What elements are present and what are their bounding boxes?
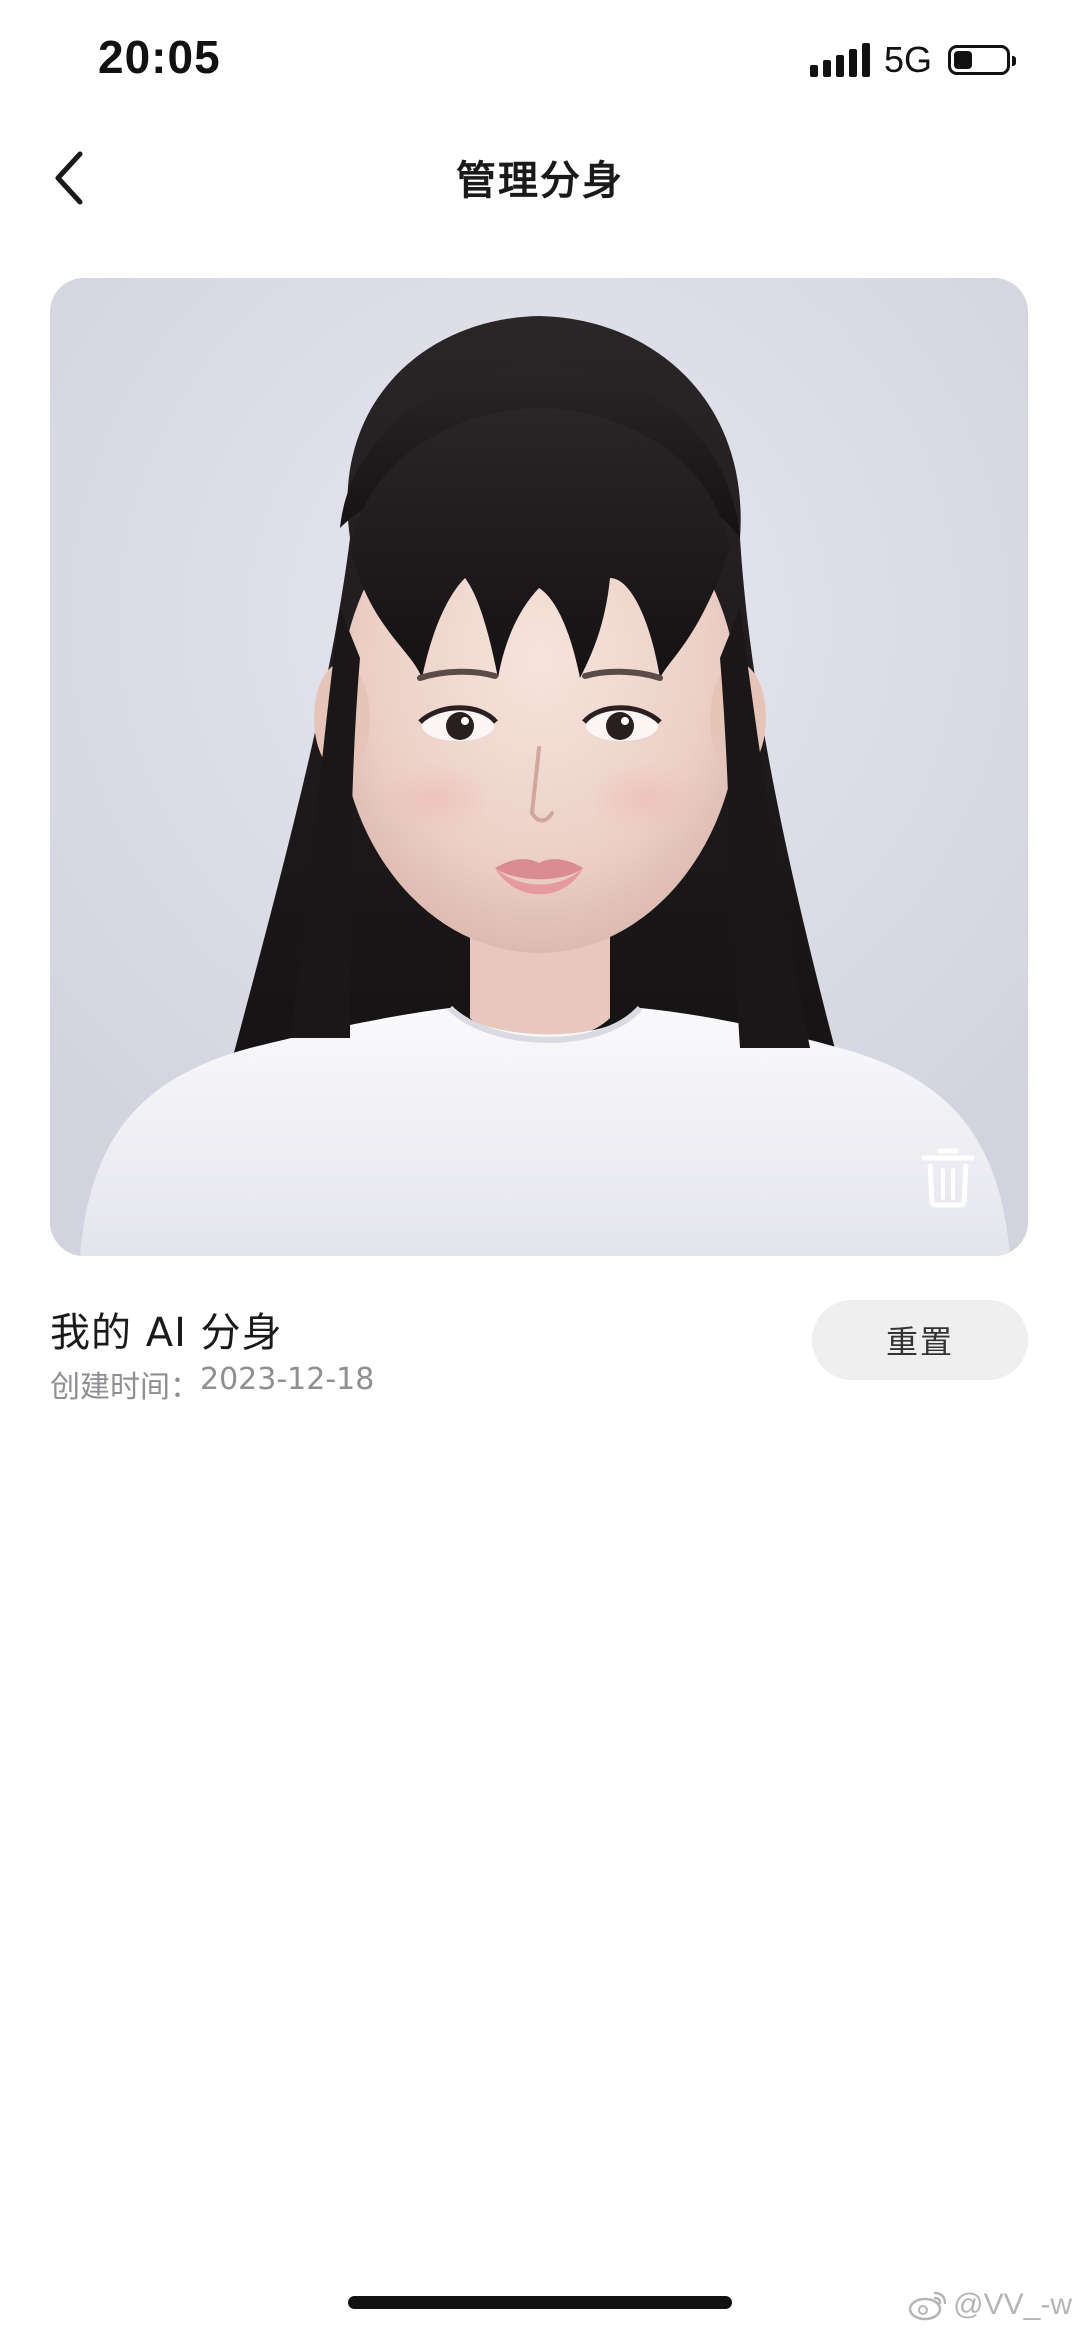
- signal-bars-icon: [809, 43, 870, 77]
- status-bar: 20:05 5G: [0, 0, 1080, 120]
- watermark: @VV_-w: [907, 2288, 1072, 2322]
- created-date: 2023-12-18: [200, 1362, 375, 1397]
- reset-button[interactable]: 重置: [812, 1300, 1028, 1380]
- avatar-name: 我的 AI 分身: [50, 1310, 283, 1356]
- avatar-created-time: 创建时间： 2023-12-18: [50, 1362, 374, 1406]
- manage-avatar-screen: 20:05 5G 管理分身 我的 AI 分身 创建时间： 2023-12-18 …: [0, 0, 1080, 2337]
- avatar-photo-card[interactable]: [50, 278, 1028, 1256]
- ai-avatar-portrait: [50, 278, 1028, 1256]
- battery-icon: [948, 45, 1016, 75]
- created-label: 创建时间：: [50, 1370, 200, 1405]
- avatar-info-row: 我的 AI 分身 创建时间： 2023-12-18 重置: [50, 1292, 1028, 1412]
- nav-bar: 管理分身: [0, 120, 1080, 230]
- home-indicator[interactable]: [348, 2296, 732, 2309]
- trash-icon: [921, 1148, 975, 1208]
- weibo-icon: [908, 2291, 947, 2321]
- network-type: 5G: [883, 39, 932, 80]
- page-title: 管理分身: [456, 158, 624, 204]
- watermark-text: @VV_-w: [953, 2288, 1072, 2321]
- status-time: 20:05: [98, 31, 221, 83]
- delete-button[interactable]: [920, 1148, 992, 1220]
- status-indicators: 5G: [809, 39, 1016, 80]
